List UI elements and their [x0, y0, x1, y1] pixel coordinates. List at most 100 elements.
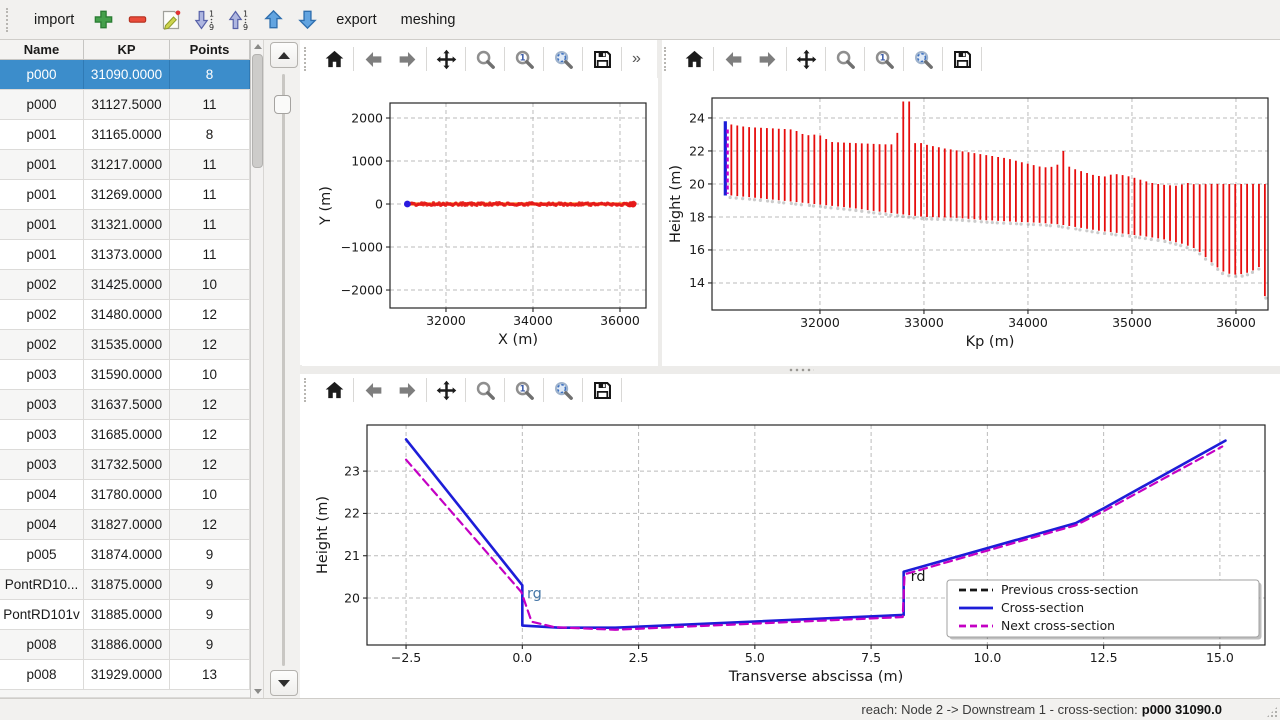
- next-section-button[interactable]: [270, 670, 298, 696]
- cell-kp[interactable]: 31685.0000: [84, 420, 170, 449]
- table-row[interactable]: p00131165.00008: [0, 120, 250, 150]
- toolbar-forward-button[interactable]: [390, 375, 424, 405]
- toolbar-zoom-button[interactable]: [828, 44, 862, 74]
- toolbar-back-button[interactable]: [356, 44, 390, 74]
- cell-name[interactable]: p002: [0, 270, 84, 299]
- table-row[interactable]: p00331590.000010: [0, 360, 250, 390]
- table-row[interactable]: p00831929.000013: [0, 660, 250, 690]
- toolbar-back-button[interactable]: [716, 44, 750, 74]
- cell-name[interactable]: p001: [0, 210, 84, 239]
- cell-kp[interactable]: 31127.5000: [84, 90, 170, 119]
- table-scrollbar[interactable]: [251, 40, 264, 698]
- toolbar-zoom-one-button[interactable]: 1: [867, 44, 901, 74]
- plan-view-chart[interactable]: 320003400036000200010000−1000−2000X (m)Y…: [302, 78, 658, 366]
- cell-kp[interactable]: 31875.0000: [84, 570, 170, 599]
- table-row[interactable]: p00131321.000011: [0, 210, 250, 240]
- cell-points[interactable]: 12: [170, 300, 250, 329]
- cell-points[interactable]: 11: [170, 240, 250, 269]
- cell-points[interactable]: 9: [170, 570, 250, 599]
- toolbar-home-button[interactable]: [677, 44, 711, 74]
- toolbar-grip[interactable]: [664, 47, 671, 71]
- cell-kp[interactable]: 31321.0000: [84, 210, 170, 239]
- column-header-kp[interactable]: KP: [84, 40, 170, 59]
- cell-points[interactable]: 8: [170, 60, 250, 89]
- table-row[interactable]: p00031127.500011: [0, 90, 250, 120]
- table-row[interactable]: p00131217.000011: [0, 150, 250, 180]
- scrollbar-down-button[interactable]: [251, 685, 264, 698]
- cell-points[interactable]: 12: [170, 450, 250, 479]
- toolbar-forward-button[interactable]: [390, 44, 424, 74]
- previous-section-button[interactable]: [270, 42, 298, 68]
- cell-kp[interactable]: 31425.0000: [84, 270, 170, 299]
- cell-name[interactable]: PontRD101v: [0, 600, 84, 629]
- horizontal-splitter[interactable]: [300, 365, 1280, 374]
- column-header-points[interactable]: Points: [170, 40, 250, 59]
- table-row[interactable]: p00831886.00009: [0, 630, 250, 660]
- cell-points[interactable]: 12: [170, 420, 250, 449]
- meshing-button[interactable]: meshing: [389, 6, 468, 34]
- cell-points[interactable]: 13: [170, 660, 250, 689]
- table-row[interactable]: p00231425.000010: [0, 270, 250, 300]
- table-row[interactable]: p00131269.000011: [0, 180, 250, 210]
- toolbar-save-button[interactable]: [585, 375, 619, 405]
- toolbar-grip[interactable]: [6, 8, 14, 32]
- table-row[interactable]: p00231480.000012: [0, 300, 250, 330]
- table-row[interactable]: p00131373.000011: [0, 240, 250, 270]
- cell-kp[interactable]: 31165.0000: [84, 120, 170, 149]
- cell-kp[interactable]: 31929.0000: [84, 660, 170, 689]
- toolbar-zoom-button[interactable]: [468, 375, 502, 405]
- cell-name[interactable]: p003: [0, 450, 84, 479]
- cell-points[interactable]: 12: [170, 510, 250, 539]
- toolbar-home-button[interactable]: [317, 375, 351, 405]
- cell-kp[interactable]: 31373.0000: [84, 240, 170, 269]
- toolbar-zoom-button[interactable]: [468, 44, 502, 74]
- table-row[interactable]: p00431827.000012: [0, 510, 250, 540]
- cell-kp[interactable]: 31269.0000: [84, 180, 170, 209]
- cell-points[interactable]: 10: [170, 360, 250, 389]
- table-row[interactable]: p00331685.000012: [0, 420, 250, 450]
- cell-kp[interactable]: 31732.5000: [84, 450, 170, 479]
- cell-points[interactable]: 11: [170, 90, 250, 119]
- cell-name[interactable]: p003: [0, 360, 84, 389]
- cell-points[interactable]: 10: [170, 480, 250, 509]
- cell-points[interactable]: 9: [170, 630, 250, 659]
- toolbar-zoom-one-button[interactable]: 1: [507, 375, 541, 405]
- column-header-name[interactable]: Name: [0, 40, 84, 59]
- table-row[interactable]: p00531874.00009: [0, 540, 250, 570]
- toolbar-save-button[interactable]: [585, 44, 619, 74]
- sort-ascending-button[interactable]: 1 9: [222, 4, 256, 36]
- section-slider-track[interactable]: [282, 74, 285, 666]
- scrollbar-thumb[interactable]: [252, 54, 263, 168]
- cell-name[interactable]: p001: [0, 240, 84, 269]
- table-row[interactable]: PontRD10...31875.00009: [0, 570, 250, 600]
- toolbar-pan-button[interactable]: [429, 375, 463, 405]
- toolbar-grip[interactable]: [304, 378, 311, 402]
- cell-name[interactable]: p001: [0, 150, 84, 179]
- toolbar-back-button[interactable]: [356, 375, 390, 405]
- scrollbar-up-button[interactable]: [251, 40, 264, 53]
- cell-points[interactable]: 12: [170, 330, 250, 359]
- add-button[interactable]: [86, 4, 120, 36]
- cell-kp[interactable]: 31886.0000: [84, 630, 170, 659]
- cell-name[interactable]: p003: [0, 420, 84, 449]
- cell-kp[interactable]: 31874.0000: [84, 540, 170, 569]
- toolbar-home-button[interactable]: [317, 44, 351, 74]
- cell-name[interactable]: p005: [0, 540, 84, 569]
- toolbar-pan-button[interactable]: [789, 44, 823, 74]
- toolbar-zoom-selection-button[interactable]: [546, 44, 580, 74]
- table-row[interactable]: p00331732.500012: [0, 450, 250, 480]
- toolbar-zoom-selection-button[interactable]: [546, 375, 580, 405]
- cell-kp[interactable]: 31090.0000: [84, 60, 170, 89]
- table-row[interactable]: p00031090.00008: [0, 60, 250, 90]
- table-row[interactable]: p00331637.500012: [0, 390, 250, 420]
- longitudinal-profile-chart[interactable]: 3200033000340003500036000141618202224Kp …: [662, 78, 1280, 366]
- toolbar-zoom-selection-button[interactable]: [906, 44, 940, 74]
- cell-name[interactable]: p004: [0, 480, 84, 509]
- cell-name[interactable]: p000: [0, 60, 84, 89]
- cell-name[interactable]: p002: [0, 300, 84, 329]
- cell-points[interactable]: 9: [170, 540, 250, 569]
- cell-name[interactable]: p002: [0, 330, 84, 359]
- cell-kp[interactable]: 31590.0000: [84, 360, 170, 389]
- cell-kp[interactable]: 31480.0000: [84, 300, 170, 329]
- cell-kp[interactable]: 31827.0000: [84, 510, 170, 539]
